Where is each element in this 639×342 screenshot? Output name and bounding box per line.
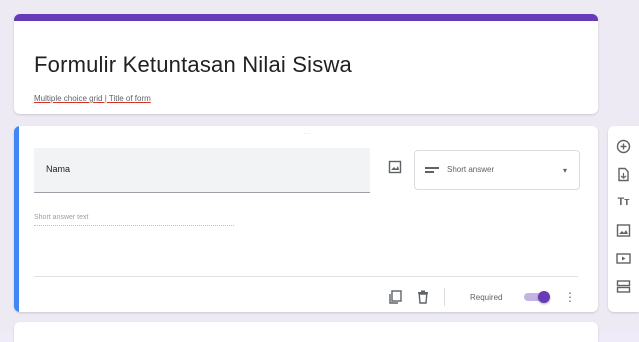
add-video-icon[interactable] — [616, 251, 631, 266]
drag-handle-icon[interactable]: ⋯ — [300, 130, 314, 138]
question-type-dropdown[interactable]: Short answer ▾ — [414, 150, 580, 190]
more-options-icon[interactable]: ⋮ — [564, 289, 576, 305]
short-answer-icon — [425, 165, 439, 175]
question-title-input[interactable]: Nama — [34, 148, 370, 193]
form-description[interactable]: Multiple choice grid | Title of form — [34, 94, 151, 103]
question-type-label: Short answer — [447, 165, 495, 174]
add-title-icon[interactable]: Tт — [616, 195, 631, 210]
next-card-edge — [14, 322, 598, 342]
duplicate-icon[interactable] — [388, 290, 402, 304]
toggle-thumb — [538, 291, 550, 303]
form-accent-bar — [14, 14, 598, 21]
required-label: Required — [470, 293, 503, 302]
active-question-indicator — [14, 126, 19, 312]
side-toolbar: Tт — [608, 126, 639, 312]
delete-icon[interactable] — [416, 290, 430, 304]
add-image-icon[interactable] — [616, 223, 631, 238]
short-answer-placeholder: Short answer text — [34, 214, 234, 226]
required-toggle[interactable] — [524, 291, 550, 303]
import-questions-icon[interactable] — [616, 167, 631, 182]
question-card[interactable]: ⋯ Nama Short answer ▾ Short answer text — [14, 126, 598, 312]
add-section-icon[interactable] — [616, 279, 631, 294]
footer-vertical-divider — [444, 288, 445, 306]
question-title-value: Nama — [46, 164, 71, 174]
chevron-down-icon: ▾ — [562, 166, 567, 175]
form-title[interactable]: Formulir Ketuntasan Nilai Siswa — [34, 52, 352, 78]
card-footer-divider — [34, 276, 578, 277]
form-title-card[interactable]: Formulir Ketuntasan Nilai Siswa Multiple… — [14, 14, 598, 114]
add-image-icon[interactable] — [388, 160, 402, 174]
add-question-icon[interactable] — [616, 139, 631, 154]
